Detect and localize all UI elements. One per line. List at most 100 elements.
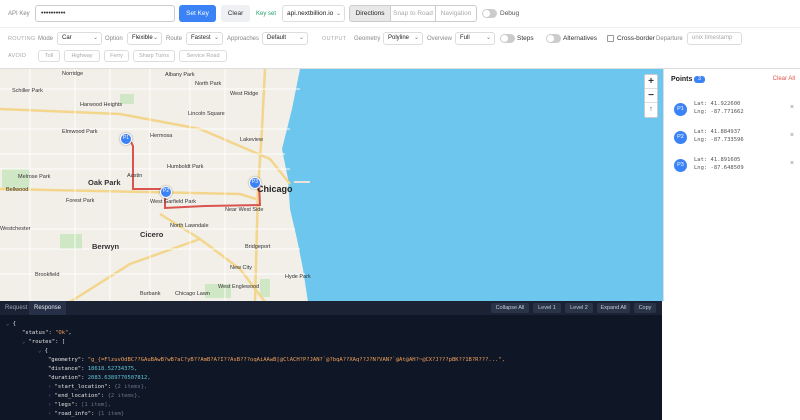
chevron-down-icon: ⌄ xyxy=(92,35,98,41)
clear-all-button[interactable]: Clear All xyxy=(773,76,795,82)
steps-toggle[interactable] xyxy=(500,34,515,43)
json-collapsed-note: {2 items}, xyxy=(107,393,141,399)
mode-select[interactable]: Car ⌄ xyxy=(57,32,102,45)
chevron-down-icon[interactable]: ⌄ xyxy=(6,321,9,327)
map-pin-p3[interactable]: P3 xyxy=(249,177,261,189)
departure-input[interactable]: unix timestamp xyxy=(687,32,742,45)
tab-response[interactable]: Response xyxy=(29,301,67,315)
steps-label: Steps xyxy=(517,35,534,42)
json-key: "duration" xyxy=(48,375,82,381)
json-line: ⌄ "routes": [ xyxy=(22,339,66,345)
avoid-ferry-chip[interactable]: Ferry xyxy=(104,50,129,62)
points-count-badge: 3 xyxy=(694,76,705,83)
json-value: "g_{=FlzuvOdBC??GAuBAwB?wB?aC?yB??AmB?A?… xyxy=(87,357,505,363)
chevron-down-icon[interactable]: ⌄ xyxy=(22,339,25,345)
alternatives-toggle[interactable] xyxy=(546,34,561,43)
option-label: Option xyxy=(105,36,123,42)
zoom-out-button[interactable]: − xyxy=(645,89,657,103)
chevron-down-icon[interactable]: ⌄ xyxy=(38,348,41,354)
map-label: Lincoln Square xyxy=(188,111,225,117)
avoid-toll-chip[interactable]: Toll xyxy=(38,50,60,62)
collapse-all-button[interactable]: Collapse All xyxy=(491,303,529,313)
json-line: "status": "Ok", xyxy=(22,330,72,336)
chevron-right-icon[interactable]: › xyxy=(48,384,51,390)
api-key-input[interactable]: •••••••••• xyxy=(35,5,175,22)
json-collapsed-note: {1 item} xyxy=(97,411,125,417)
chevron-right-icon[interactable]: › xyxy=(48,402,51,408)
map-pin-p1[interactable]: P1 xyxy=(120,133,132,145)
json-key: "distance" xyxy=(48,366,82,372)
park-area xyxy=(260,279,270,297)
map-label: Near West Side xyxy=(225,207,264,213)
route-select[interactable]: Fastest ⌄ xyxy=(186,32,223,45)
departure-placeholder: unix timestamp xyxy=(692,35,733,41)
set-key-button[interactable]: Set Key xyxy=(179,5,216,22)
clear-key-button[interactable]: Clear xyxy=(221,5,250,22)
debug-toggle[interactable] xyxy=(482,9,497,18)
lake-michigan xyxy=(282,69,663,301)
point-item-p3[interactable]: P3 Lat: 41.891605 Lng: -87.648509 × xyxy=(674,156,796,178)
chevron-right-icon[interactable]: › xyxy=(48,393,51,399)
geometry-select[interactable]: Polyline ⌄ xyxy=(383,32,423,45)
overview-select[interactable]: Full ⌄ xyxy=(455,32,495,45)
json-value: 2083.6389770507812, xyxy=(87,375,151,381)
close-icon[interactable]: × xyxy=(790,160,794,167)
point-lat: Lat: 41.922600 xyxy=(694,101,741,107)
map-label: Humboldt Park xyxy=(167,164,204,170)
route-label: Route xyxy=(166,36,183,42)
point-lng: Lng: -87.648509 xyxy=(694,165,744,171)
point-coords: Lat: 41.891605 Lng: -87.648509 xyxy=(694,156,744,172)
cross-border-checkbox[interactable] xyxy=(607,35,614,42)
json-line: › "start_location": {2 items}, xyxy=(48,384,148,390)
json-key: "routes" xyxy=(28,339,56,345)
navy-pier xyxy=(294,181,310,183)
zoom-controls: + − ↑ xyxy=(644,74,658,118)
mode-label: Mode xyxy=(38,36,54,42)
host-value: api.nextbillion.io xyxy=(287,10,334,17)
point-item-p2[interactable]: P2 Lat: 41.884937 Lng: -87.733596 × xyxy=(674,128,796,150)
point-lat: Lat: 41.884937 xyxy=(694,129,741,135)
close-icon[interactable]: × xyxy=(790,104,794,111)
chevron-down-icon: ⌄ xyxy=(213,35,219,41)
point-item-p1[interactable]: P1 Lat: 41.922600 Lng: -87.771662 × xyxy=(674,100,796,122)
tab-directions[interactable]: Directions xyxy=(349,5,391,22)
avoid-service-road-chip[interactable]: Service Road xyxy=(179,50,227,62)
level-1-button[interactable]: Level 1 xyxy=(533,303,561,313)
zoom-in-button[interactable]: + xyxy=(645,75,657,89)
level-2-button[interactable]: Level 2 xyxy=(565,303,593,313)
map-label: Forest Park xyxy=(66,198,95,204)
tab-navigation[interactable]: Navigation xyxy=(435,5,477,22)
panel-blank-area xyxy=(662,301,800,420)
tab-snap-to-road[interactable]: Snap to Road xyxy=(390,5,436,22)
map-canvas[interactable]: Norridge Albany Park Schiller Park North… xyxy=(0,68,663,301)
json-key: "status" xyxy=(22,330,49,336)
map-label: Chicago Lawn xyxy=(175,291,210,297)
output-section-label: OUTPUT xyxy=(322,36,347,42)
avoid-sharp-turns-chip[interactable]: Sharp Turns xyxy=(133,50,175,62)
expand-all-button[interactable]: Expand All xyxy=(597,303,630,313)
json-key: "geometry" xyxy=(48,357,82,363)
chevron-down-icon: ⌄ xyxy=(298,35,304,41)
map-label: New City xyxy=(230,265,253,271)
map-label: Hyde Park xyxy=(285,274,311,280)
json-line: › "legs": [1 item], xyxy=(48,402,111,408)
map-label: West Garfield Park xyxy=(150,199,197,205)
approaches-select[interactable]: Default ⌄ xyxy=(262,32,308,45)
map-label: Melrose Park xyxy=(18,174,51,180)
json-key: "legs" xyxy=(54,402,75,408)
map-label: West Englewood xyxy=(218,284,260,290)
option-select[interactable]: Flexible ⌄ xyxy=(127,32,162,45)
map-pin-p2[interactable]: P2 xyxy=(160,186,172,198)
host-select[interactable]: api.nextbillion.io ⌄ xyxy=(282,5,345,22)
overview-label: Overview xyxy=(427,36,453,42)
close-icon[interactable]: × xyxy=(790,132,794,139)
map-label: Westchester xyxy=(0,226,31,232)
chevron-right-icon[interactable]: › xyxy=(48,411,51,417)
map-label: Hermosa xyxy=(150,133,173,139)
avoid-highway-chip[interactable]: Highway xyxy=(64,50,100,62)
copy-button[interactable]: Copy xyxy=(634,303,656,313)
reset-north-button[interactable]: ↑ xyxy=(645,103,657,117)
chevron-down-icon: ⌄ xyxy=(485,35,491,41)
debug-label: Debug xyxy=(500,10,520,17)
tab-request[interactable]: Request xyxy=(0,301,32,315)
